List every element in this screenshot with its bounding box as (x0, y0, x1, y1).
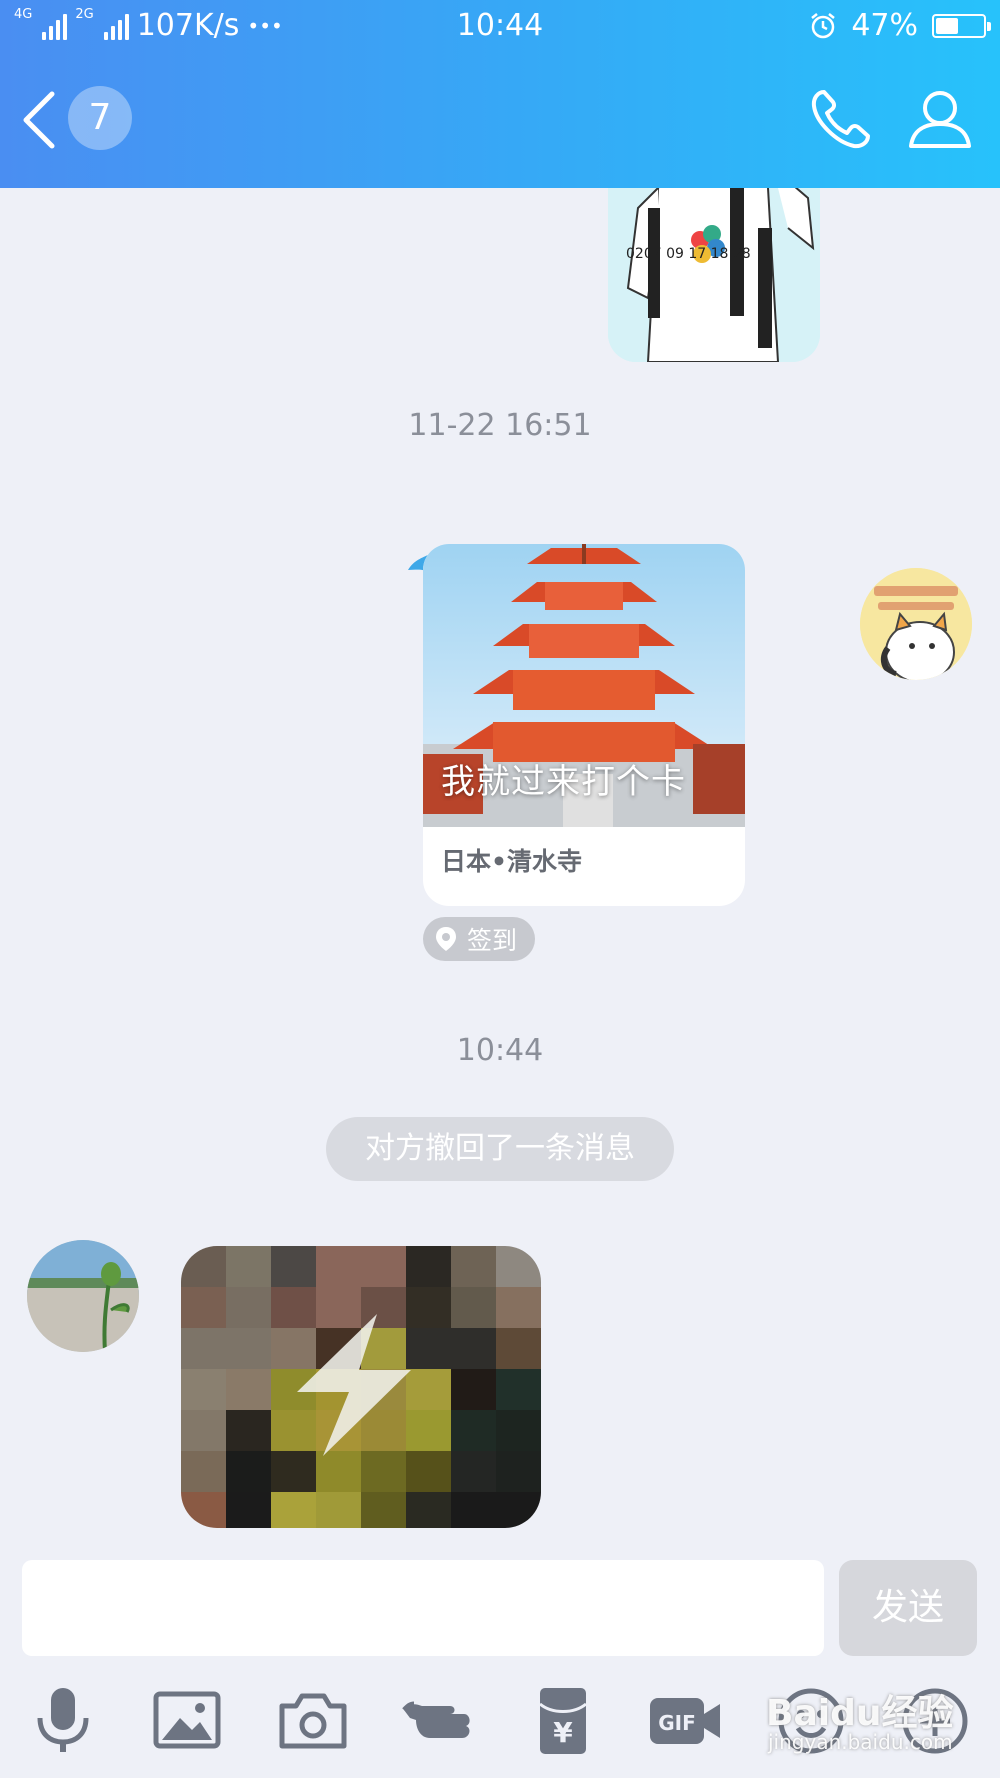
status-right: 47% (809, 8, 991, 43)
chat-message-list[interactable]: 0207 09 17 18 28 11-22 16:51 我就过来打个卡 日本•… (0, 188, 1000, 1560)
red-packet-icon[interactable]: ¥ (526, 1684, 600, 1758)
checkin-tag-label: 签到 (467, 926, 518, 955)
message-timestamp: 11-22 16:51 (408, 408, 592, 443)
my-avatar[interactable] (860, 568, 972, 680)
svg-text:0207 09 17 18 28: 0207 09 17 18 28 (626, 246, 751, 262)
cartoon-person-image: 0207 09 17 18 28 (608, 188, 820, 362)
unread-count-badge[interactable]: 7 (68, 86, 132, 150)
back-icon[interactable] (18, 88, 58, 152)
watermark-brand: Baidu经验 (766, 1693, 954, 1734)
flash-bolt-icon (297, 1314, 411, 1456)
recall-notice: 对方撤回了一条消息 (326, 1117, 674, 1181)
location-pin-icon (436, 927, 456, 951)
profile-icon[interactable] (905, 84, 975, 154)
camera-icon[interactable] (276, 1684, 350, 1758)
chat-header: 4G 2G 107K/s ••• 10:44 47% 7 (0, 0, 1000, 188)
svg-text:¥: ¥ (553, 1716, 573, 1749)
phone-call-icon[interactable] (806, 84, 876, 154)
checkin-card[interactable]: 我就过来打个卡 日本•清水寺 (423, 544, 745, 906)
lotus-pod-avatar-image (27, 1240, 139, 1352)
contact-avatar[interactable] (27, 1240, 139, 1352)
poke-icon[interactable] (400, 1684, 474, 1758)
microphone-icon[interactable] (26, 1684, 100, 1758)
watermark-url: jingyan.baidu.com (768, 1730, 953, 1754)
battery-icon (932, 13, 991, 38)
checkin-overlay-text: 我就过来打个卡 (441, 762, 686, 802)
battery-fill (936, 17, 958, 34)
battery-percent: 47% (851, 8, 918, 43)
svg-text:GIF: GIF (658, 1711, 696, 1735)
status-bar: 4G 2G 107K/s ••• 10:44 47% (0, 0, 1000, 52)
flash-photo-message[interactable] (181, 1246, 541, 1528)
image-icon[interactable] (150, 1684, 224, 1758)
send-button[interactable]: 发送 (839, 1560, 977, 1656)
gif-icon[interactable]: GIF (648, 1684, 722, 1758)
checkin-location: 日本•清水寺 (441, 847, 582, 876)
shared-image-partial[interactable]: 0207 09 17 18 28 (608, 188, 820, 362)
alarm-icon (811, 12, 836, 38)
cat-avatar-image (860, 568, 972, 680)
message-input[interactable] (22, 1560, 824, 1656)
checkin-tag[interactable]: 签到 (423, 917, 536, 961)
message-timestamp-2: 10:44 (456, 1033, 544, 1068)
